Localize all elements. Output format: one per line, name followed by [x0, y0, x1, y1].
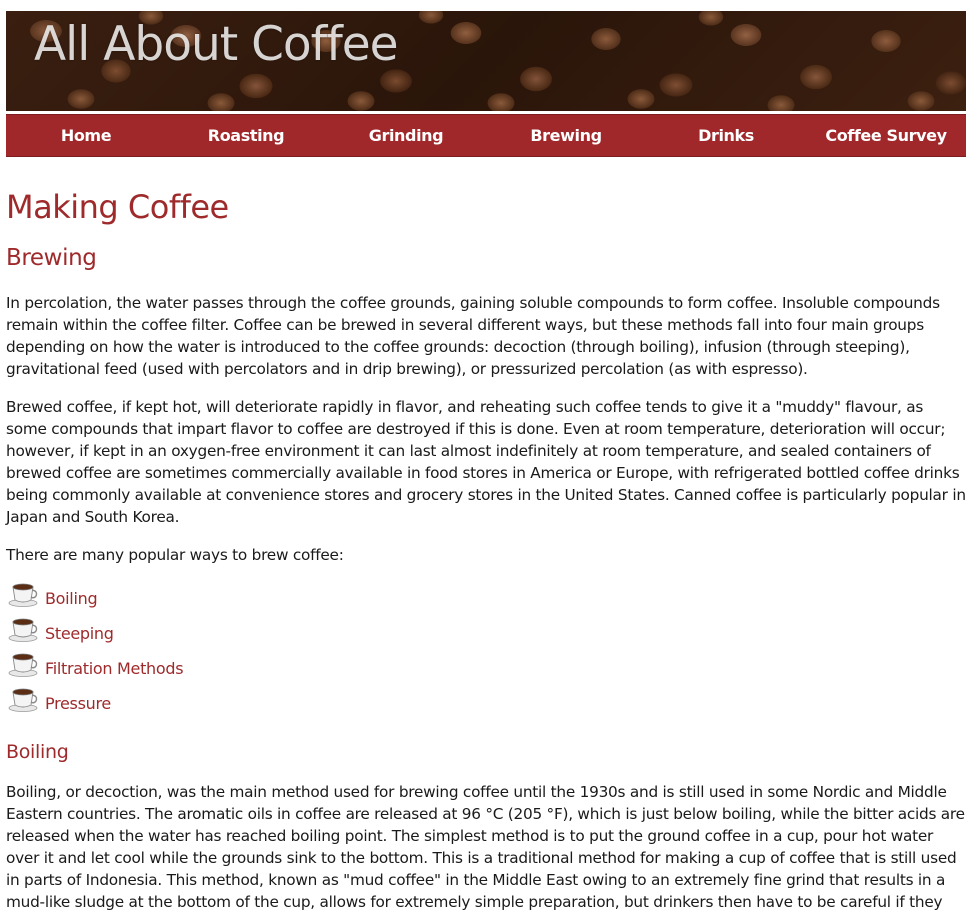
section-title-brewing: Brewing — [6, 245, 97, 271]
brew-methods-list: Boiling Steeping Filtration Methods Pres… — [6, 579, 966, 719]
brewing-paragraph-2: Brewed coffee, if kept hot, will deterio… — [6, 398, 966, 526]
brewing-paragraph-1: In percolation, the water passes through… — [6, 294, 940, 378]
coffee-cup-icon — [8, 653, 38, 677]
nav-item-roasting[interactable]: Roasting — [166, 115, 326, 156]
coffee-cup-icon — [8, 583, 38, 607]
site-title: All About Coffee — [34, 17, 399, 72]
method-link-boiling[interactable]: Boiling — [45, 589, 98, 608]
brewing-intro-list: There are many popular ways to brew coff… — [6, 546, 344, 564]
coffee-cup-icon — [8, 618, 38, 642]
header-banner: All About Coffee — [6, 11, 966, 111]
method-link-pressure[interactable]: Pressure — [45, 694, 111, 713]
page-wrapper: All About Coffee Home Roasting Grinding … — [6, 11, 966, 913]
method-link-steeping[interactable]: Steeping — [45, 624, 114, 643]
main-nav: Home Roasting Grinding Brewing Drinks Co… — [6, 114, 966, 157]
list-item: Pressure — [6, 684, 966, 719]
section-title-boiling: Boiling — [6, 741, 69, 763]
list-item: Boiling — [6, 579, 966, 614]
nav-item-coffee-survey[interactable]: Coffee Survey — [806, 115, 966, 156]
coffee-cup-icon — [8, 688, 38, 712]
method-link-filtration[interactable]: Filtration Methods — [45, 659, 184, 678]
nav-item-brewing[interactable]: Brewing — [486, 115, 646, 156]
page-title: Making Coffee — [6, 188, 229, 226]
list-item: Filtration Methods — [6, 649, 966, 684]
nav-item-home[interactable]: Home — [6, 115, 166, 156]
nav-item-drinks[interactable]: Drinks — [646, 115, 806, 156]
nav-item-grinding[interactable]: Grinding — [326, 115, 486, 156]
main-content: Making Coffee Brewing In percolation, th… — [6, 187, 966, 913]
list-item: Steeping — [6, 614, 966, 649]
boiling-paragraph: Boiling, or decoction, was the main meth… — [6, 783, 965, 911]
